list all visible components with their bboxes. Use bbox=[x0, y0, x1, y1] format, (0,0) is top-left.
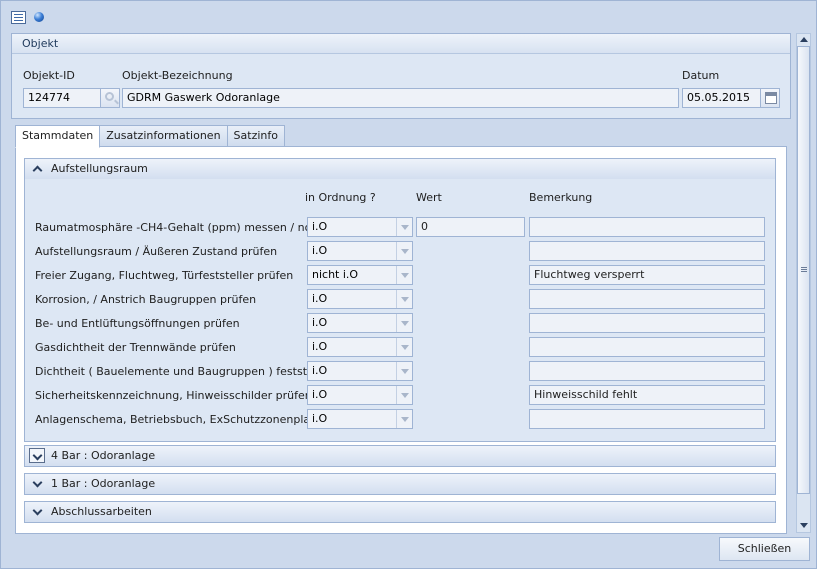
grip-icon bbox=[801, 267, 807, 273]
bemerkung-input[interactable] bbox=[529, 289, 765, 309]
row-label: Be- und Entlüftungsöffnungen prüfen bbox=[35, 317, 240, 330]
bemerkung-input[interactable] bbox=[529, 313, 765, 333]
bemerkung-input[interactable] bbox=[529, 409, 765, 429]
stammdaten-panel: Aufstellungsraum in Ordnung ? Wert Bemer… bbox=[15, 146, 787, 534]
objekt-bezeichnung-input[interactable]: GDRM Gaswerk Odoranlage bbox=[122, 88, 679, 108]
row-label: Gasdichtheit der Trennwände prüfen bbox=[35, 341, 236, 354]
section-title: 4 Bar : Odoranlage bbox=[51, 449, 156, 462]
wert-input[interactable]: 0 bbox=[416, 217, 525, 237]
section-aufstellungsraum: Aufstellungsraum in Ordnung ? Wert Bemer… bbox=[24, 158, 776, 442]
status-select[interactable]: i.O bbox=[307, 385, 413, 405]
row-label: Anlagenschema, Betriebsbuch, ExSchutzzon… bbox=[35, 413, 318, 426]
datum-picker-button[interactable] bbox=[760, 88, 780, 108]
chevron-down-icon[interactable] bbox=[396, 410, 412, 428]
chevron-down-icon[interactable] bbox=[396, 242, 412, 260]
row-label: Dichtheit ( Bauelemente und Baugruppen )… bbox=[35, 365, 334, 378]
chevron-down-icon[interactable] bbox=[396, 266, 412, 284]
status-select[interactable]: i.O bbox=[307, 241, 413, 261]
bemerkung-input[interactable]: Fluchtweg versperrt bbox=[529, 265, 765, 285]
scroll-up-icon[interactable] bbox=[797, 34, 810, 46]
section-aufstellungsraum-header[interactable]: Aufstellungsraum bbox=[25, 159, 775, 179]
status-select[interactable]: i.O bbox=[307, 361, 413, 381]
list-icon[interactable] bbox=[11, 10, 26, 24]
section-4bar-header[interactable]: 4 Bar : Odoranlage bbox=[25, 446, 775, 466]
bemerkung-input[interactable] bbox=[529, 361, 765, 381]
section-1bar-odoranlage: 1 Bar : Odoranlage bbox=[24, 473, 776, 495]
section-title: Abschlussarbeiten bbox=[51, 505, 152, 518]
chevron-down-icon bbox=[33, 479, 41, 487]
chevron-down-icon[interactable] bbox=[396, 386, 412, 404]
tab-bar: Stammdaten Zusatzinformationen Satzinfo bbox=[15, 125, 285, 148]
datum-input[interactable]: 05.05.2015 bbox=[682, 88, 762, 108]
bemerkung-input[interactable] bbox=[529, 217, 765, 237]
chevron-up-icon bbox=[33, 164, 41, 172]
section-title: 1 Bar : Odoranlage bbox=[51, 477, 156, 490]
bemerkung-input[interactable]: Hinweisschild fehlt bbox=[529, 385, 765, 405]
chevron-down-icon bbox=[33, 452, 41, 460]
col-bemerkung: Bemerkung bbox=[529, 191, 593, 204]
objekt-group-header: Objekt bbox=[12, 34, 790, 54]
dialog-window: Objekt Objekt-ID Objekt-Bezeichnung Datu… bbox=[0, 0, 817, 569]
section-1bar-header[interactable]: 1 Bar : Odoranlage bbox=[25, 474, 775, 494]
tab-stammdaten[interactable]: Stammdaten bbox=[15, 125, 101, 148]
chevron-down-icon[interactable] bbox=[396, 218, 412, 236]
chevron-down-icon[interactable] bbox=[396, 290, 412, 308]
status-select[interactable]: i.O bbox=[307, 289, 413, 309]
bemerkung-input[interactable] bbox=[529, 241, 765, 261]
section-title: Aufstellungsraum bbox=[51, 162, 148, 175]
status-select[interactable]: i.O bbox=[307, 409, 413, 429]
objekt-search-button[interactable] bbox=[100, 88, 120, 108]
scroll-down-icon[interactable] bbox=[797, 520, 810, 532]
title-bar bbox=[11, 9, 44, 25]
row-label: Raumatmosphäre -CH4-Gehalt (ppm) messen … bbox=[35, 221, 344, 234]
expand-button[interactable] bbox=[29, 448, 45, 463]
close-button[interactable]: Schließen bbox=[719, 537, 810, 561]
chevron-down-icon[interactable] bbox=[396, 362, 412, 380]
search-icon bbox=[105, 92, 114, 101]
objekt-id-input[interactable]: 124774 bbox=[23, 88, 101, 108]
scroll-thumb[interactable] bbox=[797, 46, 810, 494]
objekt-id-label: Objekt-ID bbox=[23, 69, 75, 82]
status-select[interactable]: i.O bbox=[307, 337, 413, 357]
status-select[interactable]: nicht i.O bbox=[307, 265, 413, 285]
row-label: Freier Zugang, Fluchtweg, Türfeststeller… bbox=[35, 269, 294, 282]
chevron-down-icon[interactable] bbox=[396, 338, 412, 356]
col-in-ordnung: in Ordnung ? bbox=[305, 191, 376, 204]
bemerkung-input[interactable] bbox=[529, 337, 765, 357]
chevron-down-icon[interactable] bbox=[396, 314, 412, 332]
chevron-down-icon bbox=[33, 507, 41, 515]
section-4bar-odoranlage: 4 Bar : Odoranlage bbox=[24, 445, 776, 467]
row-label: Korrosion, / Anstrich Baugruppen prüfen bbox=[35, 293, 257, 306]
datum-label: Datum bbox=[682, 69, 720, 82]
status-select[interactable]: i.O bbox=[307, 217, 413, 237]
row-label: Aufstellungsraum / Äußeren Zustand prüfe… bbox=[35, 245, 278, 258]
row-label: Sicherheitskennzeichnung, Hinweisschilde… bbox=[35, 389, 312, 402]
objekt-bezeichnung-label: Objekt-Bezeichnung bbox=[122, 69, 233, 82]
tab-zusatzinformationen[interactable]: Zusatzinformationen bbox=[99, 125, 228, 147]
status-select[interactable]: i.O bbox=[307, 313, 413, 333]
col-wert: Wert bbox=[416, 191, 442, 204]
calendar-icon bbox=[765, 92, 777, 104]
status-ball-icon bbox=[34, 12, 44, 22]
tab-satzinfo[interactable]: Satzinfo bbox=[226, 125, 285, 147]
objekt-group: Objekt Objekt-ID Objekt-Bezeichnung Datu… bbox=[11, 33, 791, 119]
section-abschlussarbeiten: Abschlussarbeiten bbox=[24, 501, 776, 523]
section-abschlussarbeiten-header[interactable]: Abschlussarbeiten bbox=[25, 502, 775, 522]
vertical-scrollbar[interactable] bbox=[796, 33, 811, 533]
